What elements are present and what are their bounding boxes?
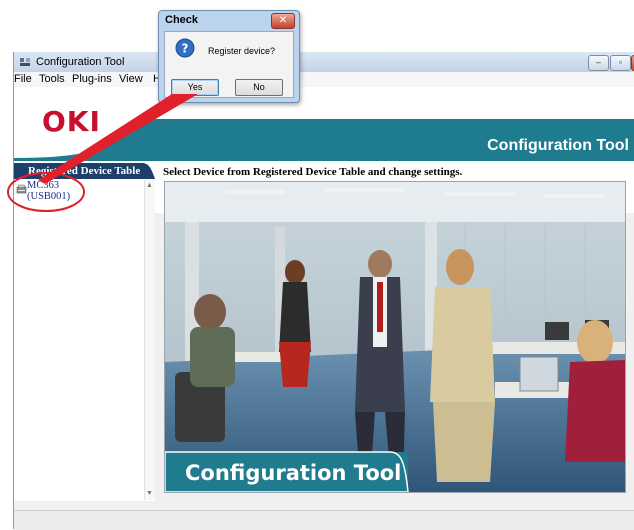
app-window: Configuration Tool – ▫ ✕ File Tools Plug… [13,52,634,530]
printer-icon [16,184,27,194]
device-name: MC363 [27,180,60,191]
menu-bar: File Tools Plug-ins View H [14,72,634,87]
office-scene [165,182,625,492]
scroll-up-icon[interactable]: ▲ [146,182,153,189]
maximize-button[interactable]: ▫ [610,55,631,71]
dialog-close-button[interactable]: ✕ [271,13,295,29]
oki-logo: OKI [42,105,101,138]
check-dialog: Check ✕ ? Register device? Yes No [158,10,300,103]
content-heading: Select Device from Registered Device Tab… [163,166,463,178]
dialog-title: Check [165,14,199,26]
photo-caption: Configuration Tool [185,461,402,485]
svg-text:?: ? [182,42,189,56]
banner-title: Configuration Tool [487,137,629,154]
device-list-scrollbar[interactable]: ▲ ▼ [144,180,155,500]
device-label: MC363 (USB001) [27,180,107,202]
question-icon: ? [175,38,195,58]
device-port: (USB001) [27,191,71,202]
device-table-tab: Registered Device Table [14,163,155,179]
device-item-mc363[interactable]: MC363 (USB001) [14,180,134,210]
dialog-body: ? Register device? Yes No [164,31,294,98]
menu-tools[interactable]: Tools [39,73,65,85]
menu-view[interactable]: View [119,73,143,85]
scroll-down-icon[interactable]: ▼ [146,490,153,497]
no-button[interactable]: No [235,79,283,96]
device-table-label: Registered Device Table [28,165,141,177]
yes-button[interactable]: Yes [171,79,219,96]
menu-file[interactable]: File [14,73,32,85]
office-photo: Configuration Tool [164,181,626,493]
window-title: Configuration Tool [36,56,125,68]
title-bar[interactable]: Configuration Tool – ▫ ✕ [14,52,634,73]
status-bar [14,510,634,530]
device-table-panel: Registered Device Table MC363 (USB001) ▲… [14,163,155,501]
menu-plugins[interactable]: Plug-ins [72,73,112,85]
dialog-message: Register device? [208,46,276,56]
app-icon [20,58,30,66]
minimize-button[interactable]: – [588,55,609,71]
